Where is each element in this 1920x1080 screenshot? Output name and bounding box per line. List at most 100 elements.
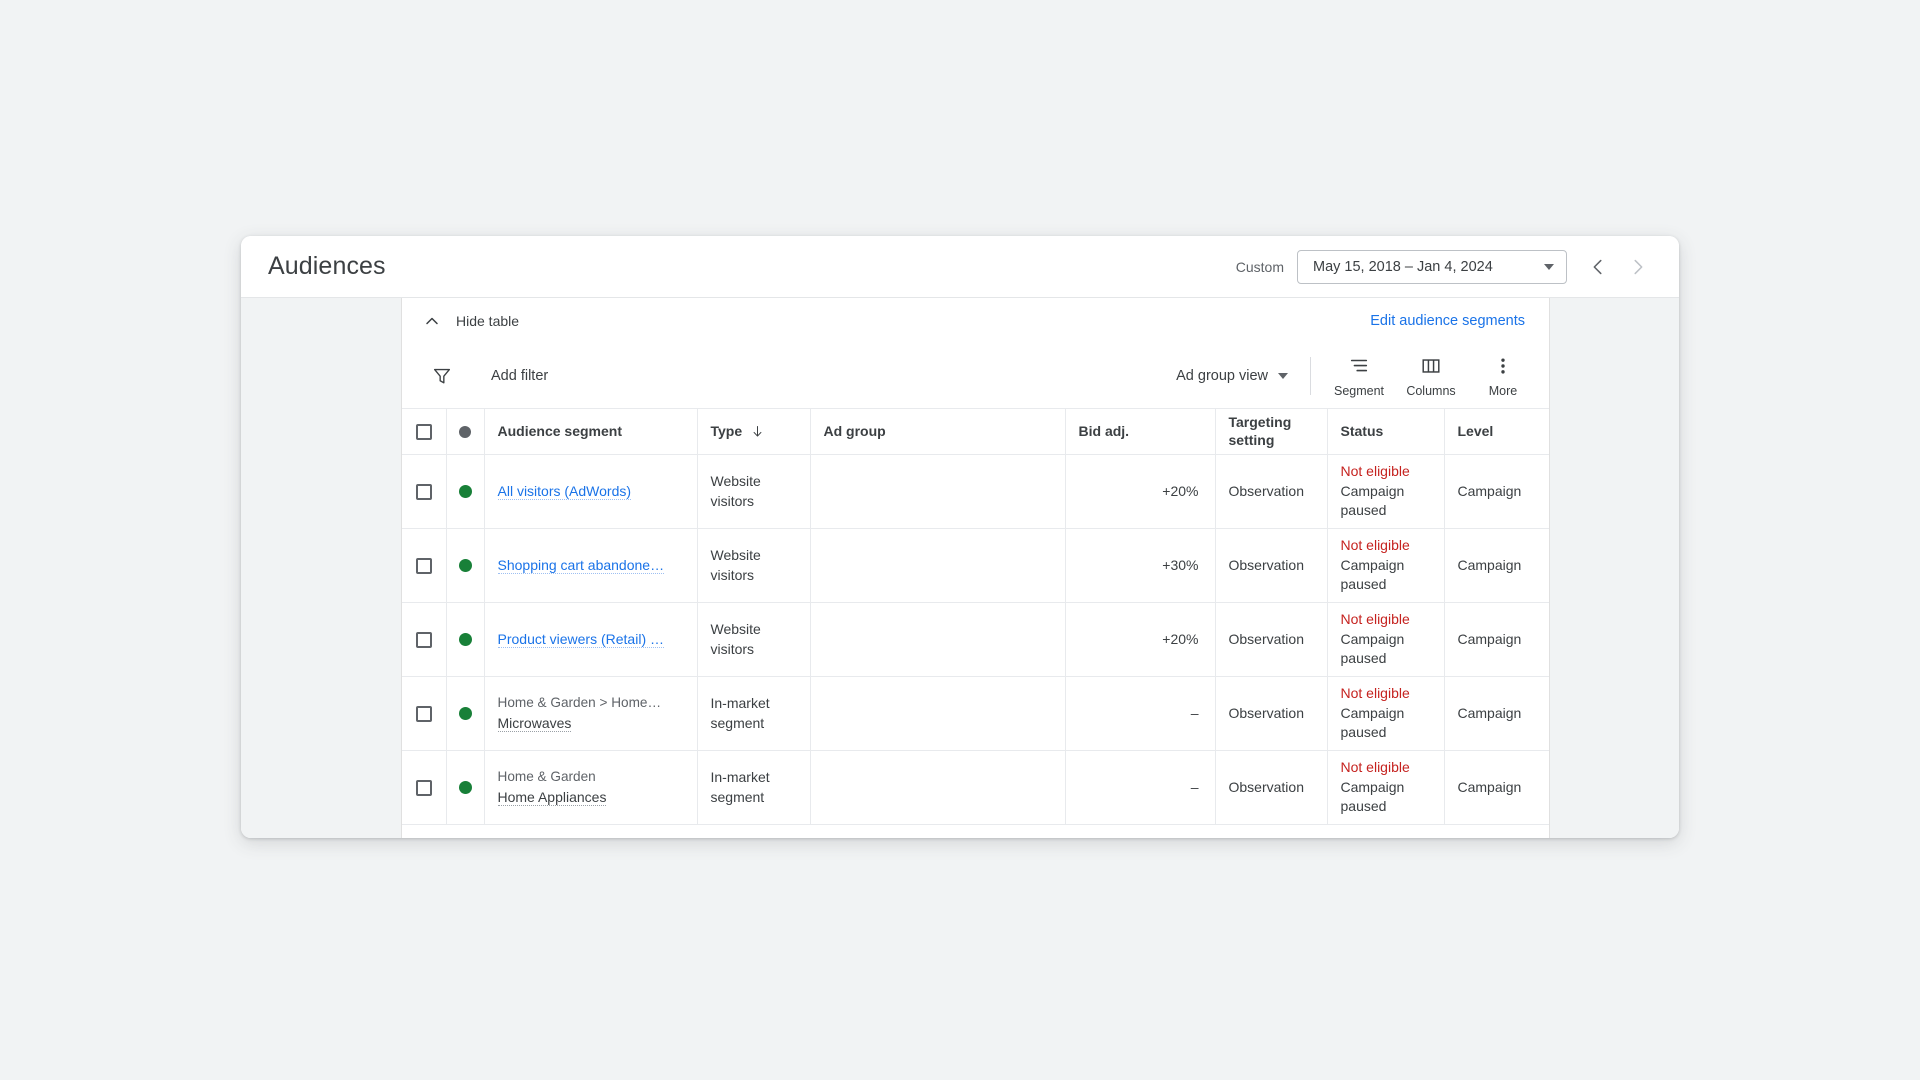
level-cell: Campaign [1444,676,1549,751]
audience-segment-link[interactable]: All visitors (AdWords) [497,483,632,500]
segment-icon [1350,359,1368,371]
table-row[interactable]: Home & Garden Home Appliances In-market se… [402,750,1549,825]
row-status-dot-cell [446,528,485,603]
date-range-control: Custom May 15, 2018 – Jan 4, 2024 [1235,249,1655,284]
level-cell: Campaign [1444,454,1549,529]
table-row[interactable]: Home & Garden > Home… Microwaves In-market… [402,676,1549,751]
col-header-bid-adj[interactable]: Bid adj. [1065,408,1216,455]
edit-audience-segments-link[interactable]: Edit audience segments [1370,313,1525,329]
toolbar-divider [1310,357,1311,395]
columns-button[interactable]: Columns [1395,350,1467,402]
audience-segment-cell: Home & Garden > Home… Microwaves [484,676,698,751]
status-dot-icon [458,707,472,720]
add-filter-label[interactable]: Add filter [491,368,548,384]
col-header-level[interactable]: Level [1444,408,1549,455]
bid-adj-cell: – [1065,750,1216,825]
targeting-setting-cell: Observation [1215,454,1328,529]
type-cell: In-market segment [697,676,811,751]
status-cell: Not eligible Campaign paused [1327,676,1445,751]
table-row[interactable]: Product viewers (Retail) … Website visito… [402,602,1549,677]
level-cell: Campaign [1444,528,1549,603]
ad-group-cell [810,676,1066,751]
audiences-card: Audiences Custom May 15, 2018 – Jan 4, 2… [241,236,1679,838]
type-cell: Website visitors [697,454,811,529]
filter-button[interactable] [422,356,462,396]
prev-period-button[interactable] [1581,250,1615,284]
col-header-audience-segment-label: Audience segment [497,422,622,439]
page-header: Audiences Custom May 15, 2018 – Jan 4, 2… [241,236,1679,298]
view-select-label: Ad group view [1176,368,1268,384]
chevron-right-icon [1634,259,1643,274]
audience-segment-name[interactable]: Microwaves [497,714,572,732]
page-title: Audiences [268,252,386,280]
card-body: Hide table Edit audience segments Add fi… [241,298,1679,838]
caret-down-icon [1544,263,1554,270]
col-header-targeting-setting[interactable]: Targeting setting [1215,408,1328,455]
table-row[interactable]: Shopping cart abandone… Website visitors +… [402,528,1549,603]
date-preset-label: Custom [1235,258,1284,275]
row-checkbox[interactable] [415,557,432,574]
audience-segments-table: Audience segment Type Ad group Bid adj. … [402,408,1549,825]
col-header-ad-group[interactable]: Ad group [810,408,1066,455]
ad-group-cell [810,528,1066,603]
row-select-cell [402,676,447,751]
status-cell: Not eligible Campaign paused [1327,602,1445,677]
audience-segment-link[interactable]: Shopping cart abandone… [497,557,665,574]
next-period-button[interactable] [1621,250,1655,284]
status-cell: Not eligible Campaign paused [1327,528,1445,603]
table-row[interactable]: All visitors (AdWords) Website visitors +2… [402,454,1549,529]
more-button[interactable]: More [1467,350,1539,402]
type-cell: Website visitors [697,528,811,603]
level-cell: Campaign [1444,750,1549,825]
date-range-value: May 15, 2018 – Jan 4, 2024 [1313,258,1493,275]
filter-icon [433,368,451,384]
row-checkbox[interactable] [415,483,432,500]
status-dot-icon [458,559,472,572]
segment-button-label: Segment [1333,383,1385,398]
status-secondary: Campaign paused [1340,778,1405,815]
row-checkbox[interactable] [415,705,432,722]
bid-adj-cell: – [1065,676,1216,751]
bid-adj-cell: +30% [1065,528,1216,603]
col-header-audience-segment[interactable]: Audience segment [484,408,698,455]
hide-table-toggle[interactable]: Hide table [422,311,519,331]
chevron-left-icon [1593,259,1602,274]
targeting-setting-cell: Observation [1215,750,1328,825]
type-cell: In-market segment [697,750,811,825]
status-secondary: Campaign paused [1340,630,1405,667]
audience-segment-name[interactable]: Home Appliances [497,788,607,806]
col-header-status[interactable]: Status [1327,408,1445,455]
row-checkbox[interactable] [415,779,432,796]
status-primary: Not eligible [1340,758,1410,775]
status-secondary: Campaign paused [1340,704,1405,741]
col-header-status-label: Status [1340,422,1384,439]
ad-group-cell [810,454,1066,529]
hide-table-row: Hide table Edit audience segments [402,298,1549,344]
columns-icon [1422,358,1440,373]
segment-button[interactable]: Segment [1323,350,1395,402]
more-vert-icon [1501,357,1505,374]
bid-adj-cell: +20% [1065,454,1216,529]
targeting-setting-cell: Observation [1215,528,1328,603]
status-primary: Not eligible [1340,536,1410,553]
sort-descending-icon [753,425,762,437]
status-primary: Not eligible [1340,610,1410,627]
audience-segment-cell: Home & Garden Home Appliances [484,750,698,825]
ad-group-cell [810,602,1066,677]
row-select-cell [402,750,447,825]
row-select-cell [402,528,447,603]
col-header-targeting-setting-label: Targeting setting [1228,414,1292,448]
targeting-setting-cell: Observation [1215,676,1328,751]
audience-segment-link[interactable]: Product viewers (Retail) … [497,631,664,648]
col-header-bid-adj-label: Bid adj. [1078,422,1130,439]
row-status-dot-cell [446,676,485,751]
view-select[interactable]: Ad group view [1176,368,1288,384]
left-rail [241,298,401,838]
row-checkbox[interactable] [415,631,432,648]
date-range-button[interactable]: May 15, 2018 – Jan 4, 2024 [1297,249,1567,284]
select-all-checkbox[interactable] [415,423,432,440]
col-header-type[interactable]: Type [697,408,811,455]
audience-segment-parent: Home & Garden [497,768,596,784]
chevron-up-icon [426,317,438,325]
status-primary: Not eligible [1340,462,1410,479]
